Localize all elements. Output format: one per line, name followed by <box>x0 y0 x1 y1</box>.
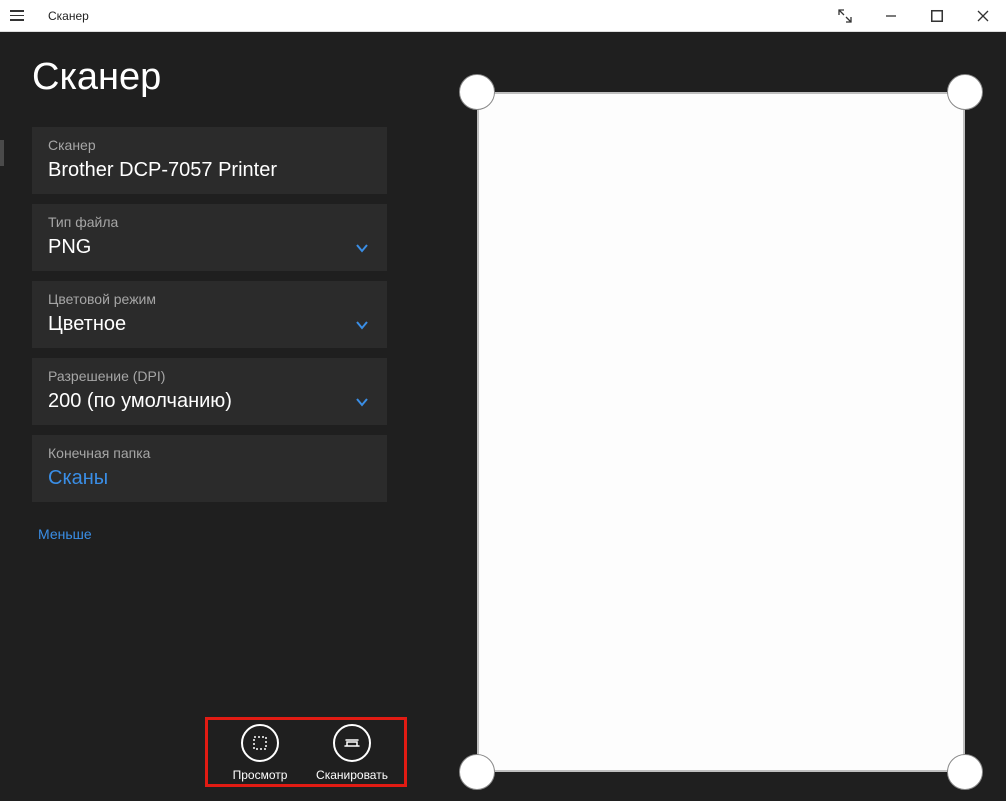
fullscreen-icon <box>838 9 852 23</box>
titlebar-left: Сканер <box>6 4 89 28</box>
menu-button[interactable] <box>6 4 30 28</box>
content: Сканер Сканер Brother DCP-7057 Printer Т… <box>0 32 1006 801</box>
close-icon <box>977 10 989 22</box>
minimize-icon <box>885 10 897 22</box>
chevron-down-icon <box>355 241 369 255</box>
accent-indicator <box>0 140 4 166</box>
window-controls <box>822 0 1006 32</box>
minimize-button[interactable] <box>868 0 914 32</box>
scanner-label: Сканер <box>48 137 371 153</box>
crop-handle-bottom-left[interactable] <box>459 754 495 790</box>
preview-area <box>419 32 1006 801</box>
preview-icon <box>241 724 279 762</box>
folder-select[interactable]: Конечная папка Сканы <box>32 435 387 502</box>
colormode-label: Цветовой режим <box>48 291 371 307</box>
scanner-value: Brother DCP-7057 Printer <box>48 159 371 182</box>
chevron-down-icon <box>355 395 369 409</box>
filetype-select[interactable]: Тип файла PNG <box>32 204 387 271</box>
dpi-select[interactable]: Разрешение (DPI) 200 (по умолчанию) <box>32 358 387 425</box>
crop-handle-top-right[interactable] <box>947 74 983 110</box>
colormode-value: Цветное <box>48 313 371 336</box>
dpi-value: 200 (по умолчанию) <box>48 390 371 413</box>
scan-icon <box>333 724 371 762</box>
scan-button[interactable]: Сканировать <box>306 724 398 782</box>
colormode-select[interactable]: Цветовой режим Цветное <box>32 281 387 348</box>
preview-button[interactable]: Просмотр <box>214 724 306 782</box>
close-button[interactable] <box>960 0 1006 32</box>
titlebar: Сканер <box>0 0 1006 32</box>
filetype-label: Тип файла <box>48 214 371 230</box>
folder-value: Сканы <box>48 467 371 490</box>
dpi-label: Разрешение (DPI) <box>48 368 371 384</box>
window-title: Сканер <box>48 9 89 23</box>
scanner-select[interactable]: Сканер Brother DCP-7057 Printer <box>32 127 387 194</box>
chevron-down-icon <box>355 318 369 332</box>
settings-sidebar: Сканер Сканер Brother DCP-7057 Printer Т… <box>0 32 419 801</box>
folder-label: Конечная папка <box>48 445 371 461</box>
maximize-icon <box>930 9 944 23</box>
fullscreen-button[interactable] <box>822 0 868 32</box>
action-bar-highlight: Просмотр Сканировать <box>205 717 407 787</box>
filetype-value: PNG <box>48 236 371 259</box>
maximize-button[interactable] <box>914 0 960 32</box>
scan-page <box>477 92 965 772</box>
scan-label: Сканировать <box>316 768 388 782</box>
crop-handle-bottom-right[interactable] <box>947 754 983 790</box>
page-title: Сканер <box>32 56 387 99</box>
preview-label: Просмотр <box>233 768 288 782</box>
less-link[interactable]: Меньше <box>38 526 387 542</box>
scan-preview <box>477 92 965 772</box>
crop-handle-top-left[interactable] <box>459 74 495 110</box>
